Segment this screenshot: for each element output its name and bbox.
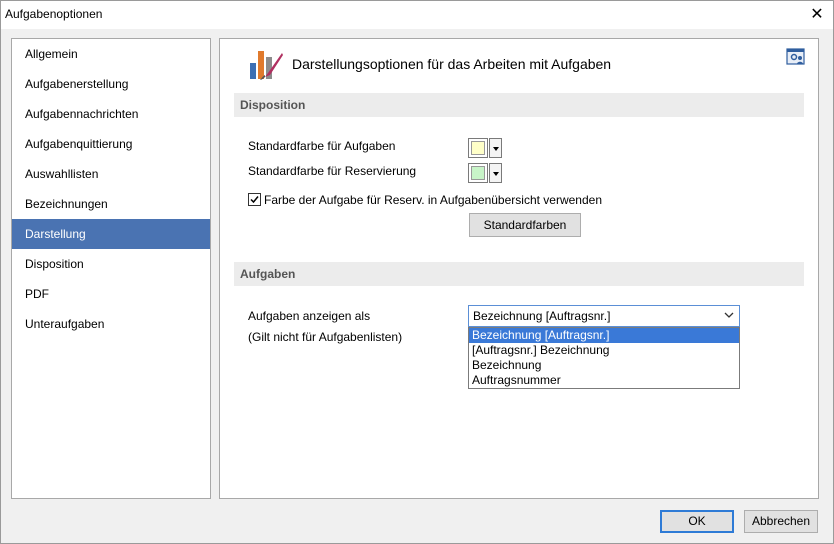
dropdown-option[interactable]: Auftragsnummer [469, 373, 739, 388]
chevron-down-icon[interactable] [489, 163, 502, 183]
use-task-color-label: Farbe der Aufgabe für Reserv. in Aufgabe… [264, 193, 602, 207]
dropdown-option[interactable]: Bezeichnung [469, 358, 739, 373]
reservation-color-swatch [468, 163, 488, 183]
dialog-window: Aufgabenoptionen ✕ Allgemein Aufgabeners… [0, 0, 834, 544]
reservation-color-label: Standardfarbe für Reservierung [248, 164, 417, 178]
cancel-button[interactable]: Abbrechen [744, 510, 818, 533]
dropdown-option[interactable]: [Auftragsnr.] Bezeichnung [469, 343, 739, 358]
ok-button[interactable]: OK [660, 510, 734, 533]
chevron-down-icon [724, 312, 734, 318]
display-as-select[interactable]: Bezeichnung [Auftragsnr.] [468, 305, 740, 327]
sidebar-item-aufgabenerstellung[interactable]: Aufgabenerstellung [12, 69, 210, 99]
chevron-down-icon[interactable] [489, 138, 502, 158]
sidebar-item-darstellung[interactable]: Darstellung [12, 219, 210, 249]
task-color-swatch [468, 138, 488, 158]
window-title: Aufgabenoptionen [5, 7, 103, 21]
sidebar-item-pdf[interactable]: PDF [12, 279, 210, 309]
dropdown-option[interactable]: Bezeichnung [Auftragsnr.] [469, 328, 739, 343]
page-title: Darstellungsoptionen für das Arbeiten mi… [292, 56, 612, 72]
color-palette-icon [250, 51, 283, 80]
reservation-color-picker[interactable] [468, 163, 504, 183]
display-note: (Gilt nicht für Aufgabenlisten) [248, 330, 403, 344]
options-panel: Darstellungsoptionen für das Arbeiten mi… [219, 38, 819, 499]
checkmark-icon [250, 196, 259, 204]
section-tasks-header: Aufgaben [234, 262, 804, 286]
sidebar-item-aufgabenquittierung[interactable]: Aufgabenquittierung [12, 129, 210, 159]
task-color-picker[interactable] [468, 138, 504, 158]
use-task-color-checkbox[interactable] [248, 193, 261, 206]
display-as-dropdown-list: Bezeichnung [Auftragsnr.] [Auftragsnr.] … [468, 327, 740, 389]
sidebar-item-allgemein[interactable]: Allgemein [12, 39, 210, 69]
sidebar-item-auswahllisten[interactable]: Auswahllisten [12, 159, 210, 189]
sidebar-item-aufgabennachrichten[interactable]: Aufgabennachrichten [12, 99, 210, 129]
display-as-value: Bezeichnung [Auftragsnr.] [473, 309, 611, 323]
user-settings-icon[interactable] [786, 47, 806, 67]
default-colors-button[interactable]: Standardfarben [469, 213, 581, 237]
task-color-label: Standardfarbe für Aufgaben [248, 139, 396, 153]
section-disposition-header: Disposition [234, 93, 804, 117]
sidebar-item-unteraufgaben[interactable]: Unteraufgaben [12, 309, 210, 339]
sidebar-item-disposition[interactable]: Disposition [12, 249, 210, 279]
close-icon[interactable]: ✕ [807, 5, 827, 25]
display-as-label: Aufgaben anzeigen als [248, 309, 371, 323]
sidebar: Allgemein Aufgabenerstellung Aufgabennac… [11, 38, 211, 499]
sidebar-item-bezeichnungen[interactable]: Bezeichnungen [12, 189, 210, 219]
title-bar: Aufgabenoptionen ✕ [1, 1, 833, 29]
